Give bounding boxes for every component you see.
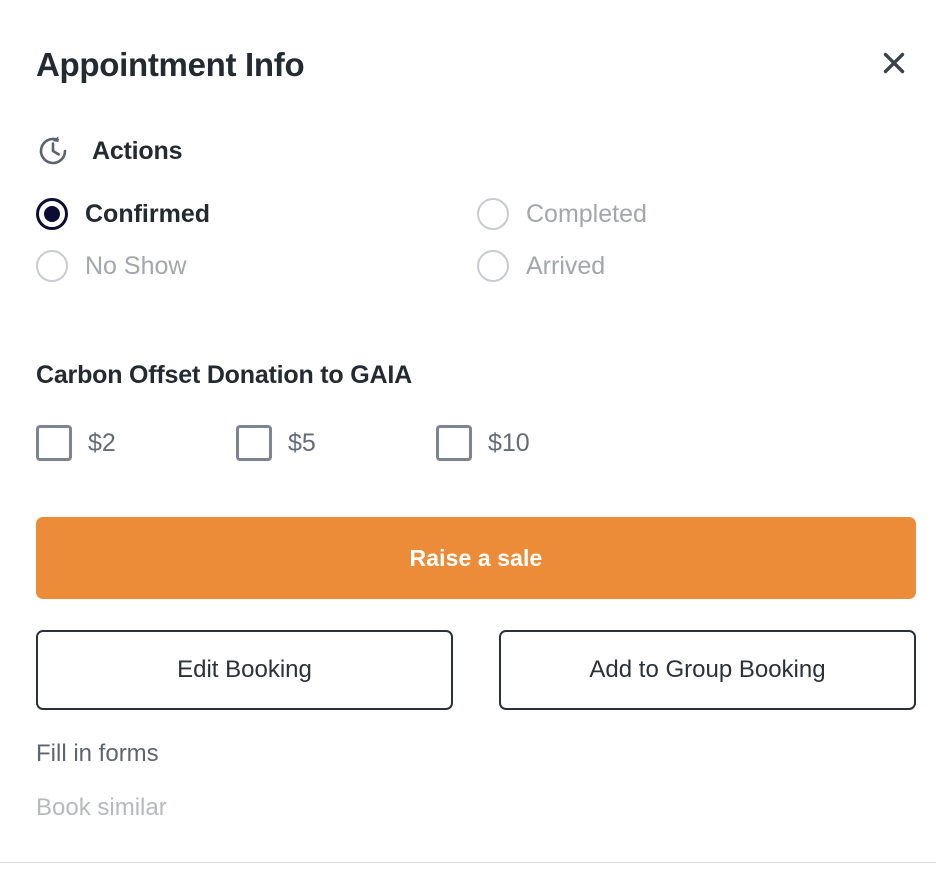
donation-options-group: $2 $5 $10 xyxy=(36,425,530,461)
donation-label-10: $10 xyxy=(488,428,530,457)
checkbox-mark-5 xyxy=(236,425,272,461)
actions-label: Actions xyxy=(92,136,183,165)
appointment-info-panel: Appointment Info Actions Confirmed Compl… xyxy=(0,0,936,872)
footer-divider xyxy=(0,862,936,863)
checkbox-mark-2 xyxy=(36,425,72,461)
radio-label-confirmed: Confirmed xyxy=(85,199,210,228)
radio-option-no-show[interactable]: No Show xyxy=(36,250,186,282)
radio-label-completed: Completed xyxy=(526,199,647,228)
radio-mark-confirmed xyxy=(36,198,68,230)
checkbox-mark-10 xyxy=(436,425,472,461)
donation-option-2[interactable]: $2 xyxy=(36,425,236,461)
donation-option-10[interactable]: $10 xyxy=(436,425,530,461)
page-title: Appointment Info xyxy=(36,46,305,83)
radio-mark-completed xyxy=(477,198,509,230)
secondary-actions-row: Edit Booking Add to Group Booking xyxy=(36,630,916,710)
close-button[interactable] xyxy=(872,41,916,85)
radio-label-no-show: No Show xyxy=(85,251,187,280)
radio-option-completed[interactable]: Completed xyxy=(477,198,647,230)
fill-in-forms-link[interactable]: Fill in forms xyxy=(36,742,159,766)
donation-label-5: $5 xyxy=(288,428,316,457)
radio-mark-arrived xyxy=(477,250,509,282)
radio-label-arrived: Arrived xyxy=(526,251,606,280)
radio-option-confirmed[interactable]: Confirmed xyxy=(36,198,210,230)
book-similar-link[interactable]: Book similar xyxy=(36,796,167,820)
status-radio-group: Confirmed Completed No Show Arrived xyxy=(36,198,896,282)
add-to-group-booking-button[interactable]: Add to Group Booking xyxy=(499,630,916,710)
donation-section-title: Carbon Offset Donation to GAIA xyxy=(36,361,412,389)
edit-booking-button[interactable]: Edit Booking xyxy=(36,630,453,710)
actions-section-header: Actions xyxy=(36,134,182,168)
extra-links: Fill in forms Book similar xyxy=(36,742,167,850)
raise-a-sale-button[interactable]: Raise a sale xyxy=(36,517,916,599)
history-clock-icon xyxy=(36,134,70,168)
close-icon xyxy=(879,48,909,78)
radio-mark-no-show xyxy=(36,250,68,282)
radio-option-arrived[interactable]: Arrived xyxy=(477,250,605,282)
donation-option-5[interactable]: $5 xyxy=(236,425,436,461)
donation-label-2: $2 xyxy=(88,428,116,457)
panel-header: Appointment Info xyxy=(0,0,936,112)
